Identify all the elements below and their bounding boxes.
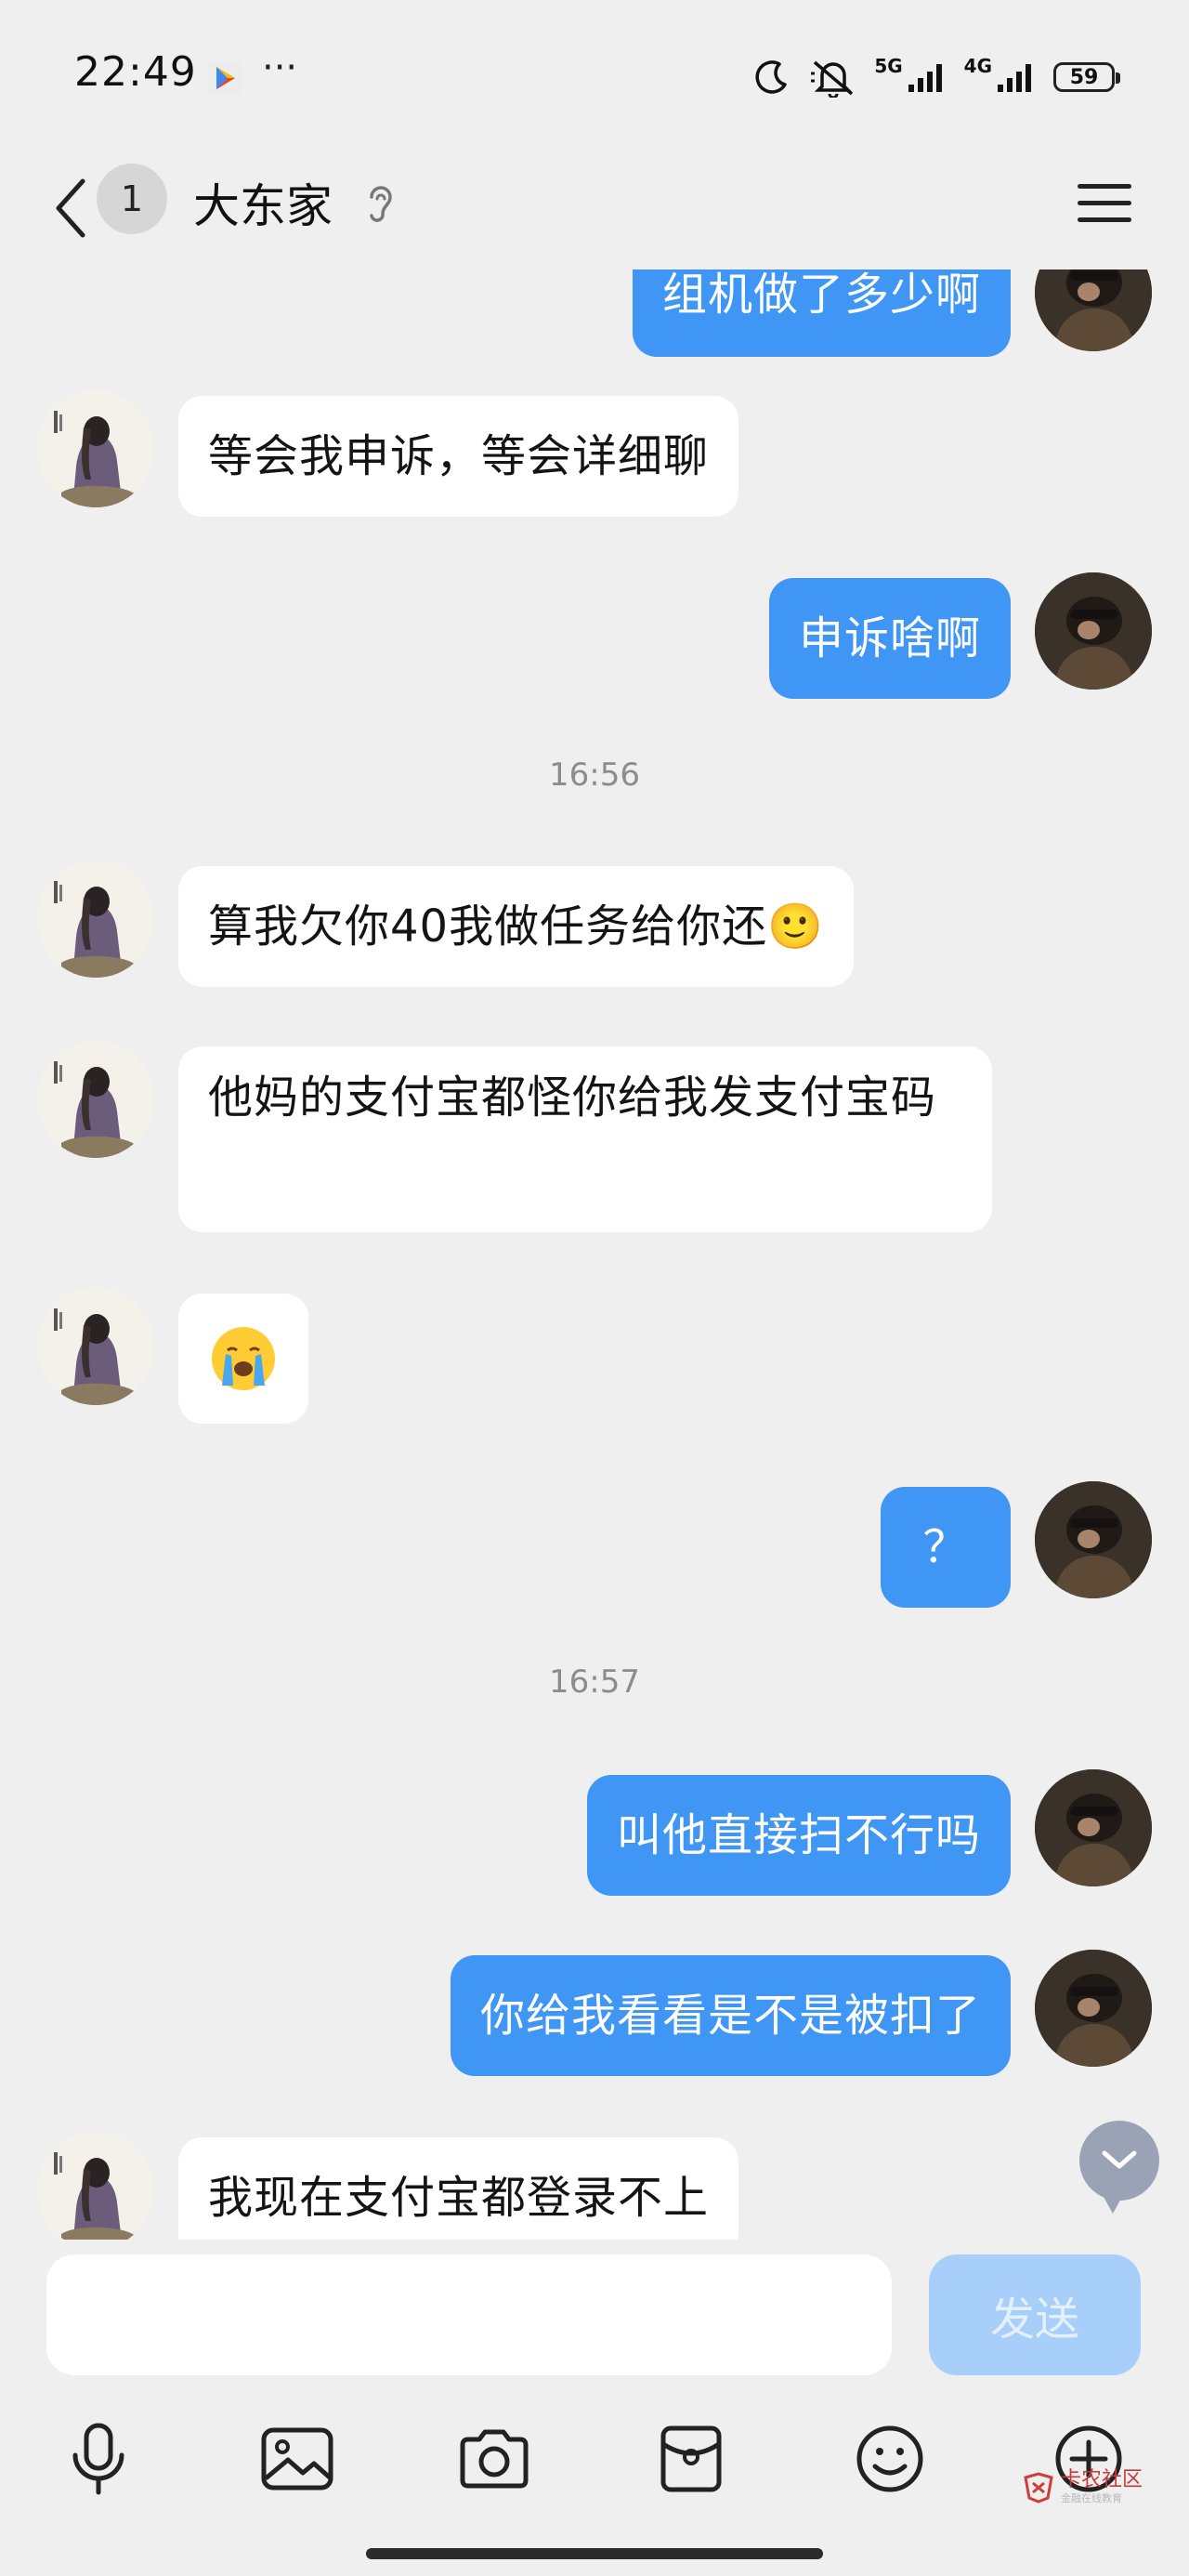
watermark: 卡农社区 金融在线教育 (1022, 2470, 1143, 2504)
watermark-title: 卡农社区 (1061, 2468, 1143, 2491)
camera-icon (460, 2429, 529, 2489)
earpiece-mode-icon[interactable] (364, 180, 398, 229)
do-not-disturb-moon-icon (755, 60, 788, 94)
message-bubble-outgoing[interactable]: 你给我看看是不是被扣了 (450, 1955, 1011, 2076)
status-time: 22:49 (74, 48, 197, 96)
message-row: 我现在支付宝都登录不上 (0, 2132, 1189, 2240)
contact-avatar[interactable] (37, 1041, 154, 1158)
watermark-subtitle: 金融在线教育 (1061, 2492, 1122, 2504)
message-bubble-outgoing[interactable]: 申诉啥啊 (768, 578, 1011, 699)
message-bubble-incoming[interactable]: 我现在支付宝都登录不上 (178, 2137, 739, 2240)
watermark-logo-icon (1024, 2472, 1053, 2504)
message-bubble-incoming[interactable]: 他妈的支付宝都怪你给我发支付宝码 (178, 1046, 992, 1232)
back-button[interactable] (37, 162, 102, 255)
chat-header: 1 大东家 (0, 149, 1189, 269)
message-timestamp: 16:56 (549, 756, 640, 794)
network-4g-label: 4G (963, 55, 992, 77)
contact-avatar[interactable] (37, 2132, 154, 2240)
signal-strength-icon (908, 64, 942, 92)
camera-button[interactable] (448, 2412, 541, 2505)
my-avatar[interactable] (1035, 1950, 1152, 2067)
image-icon (261, 2427, 333, 2491)
message-row: 申诉啥啊 (0, 572, 1189, 703)
muted-bell-icon (811, 60, 854, 98)
red-packet-icon (660, 2425, 722, 2492)
message-timestamp: 16:57 (549, 1663, 640, 1701)
my-avatar[interactable] (1035, 1481, 1152, 1598)
message-row: 算我欠你40我做任务给你还🙂 (0, 861, 1189, 991)
chevron-down-icon (1102, 2150, 1137, 2169)
message-input-bar: 发送 卡农社区 金融在线教育 (0, 2240, 1189, 2576)
emoji-button[interactable] (843, 2412, 936, 2505)
send-button[interactable]: 发送 (929, 2254, 1141, 2375)
emoji-icon (856, 2425, 923, 2492)
voice-button[interactable] (52, 2412, 145, 2505)
message-row: 他妈的支付宝都怪你给我发支付宝码 (0, 1041, 1189, 1232)
play-store-icon (208, 61, 242, 99)
gallery-button[interactable] (251, 2412, 344, 2505)
message-row: 😭 (0, 1288, 1189, 1424)
message-bubble-incoming[interactable]: 算我欠你40我做任务给你还🙂 (178, 866, 854, 987)
contact-avatar[interactable] (37, 390, 154, 507)
unread-count-badge[interactable]: 1 (97, 164, 167, 234)
chat-title[interactable]: 大东家 (193, 169, 333, 236)
message-input[interactable] (46, 2254, 892, 2375)
contact-avatar[interactable] (37, 1288, 154, 1405)
scroll-to-bottom-button[interactable] (1079, 2121, 1159, 2214)
message-row: 等会我申诉，等会详细聊 (0, 390, 1189, 520)
microphone-icon (72, 2423, 124, 2495)
message-row: 你给我看看是不是被扣了 (0, 1950, 1189, 2080)
chevron-left-icon (56, 178, 85, 238)
message-row: 叫他直接扫不行吗 (0, 1769, 1189, 1899)
network-5g-label: 5G (874, 55, 903, 77)
battery-indicator: 59 (1053, 62, 1120, 92)
home-indicator[interactable] (366, 2548, 823, 2559)
message-row: ？ (0, 1481, 1189, 1611)
status-bar: 22:49 ··· 5G 4G 59 (0, 0, 1189, 149)
my-avatar[interactable] (1035, 1769, 1152, 1886)
message-bubble-incoming[interactable]: 😭 (178, 1294, 308, 1424)
message-bubble-outgoing[interactable]: ？ (881, 1487, 1011, 1608)
hamburger-menu-icon (1078, 184, 1131, 222)
more-notifications-icon: ··· (262, 46, 298, 89)
red-packet-button[interactable] (645, 2412, 738, 2505)
input-toolbar (0, 2412, 1189, 2505)
signal-strength-icon (998, 64, 1031, 92)
contact-avatar[interactable] (37, 861, 154, 978)
crying-face-icon (212, 1327, 275, 1390)
message-bubble-incoming[interactable]: 等会我申诉，等会详细聊 (178, 396, 739, 517)
my-avatar[interactable] (1035, 572, 1152, 690)
chat-message-list[interactable]: 组机做了多少啊 等会我申诉，等会详细聊 申诉啥啊 16:56 算我欠你40我做任… (0, 0, 1189, 2240)
battery-level: 59 (1069, 65, 1099, 89)
menu-button[interactable] (1072, 171, 1137, 236)
message-bubble-outgoing[interactable]: 叫他直接扫不行吗 (586, 1775, 1011, 1896)
